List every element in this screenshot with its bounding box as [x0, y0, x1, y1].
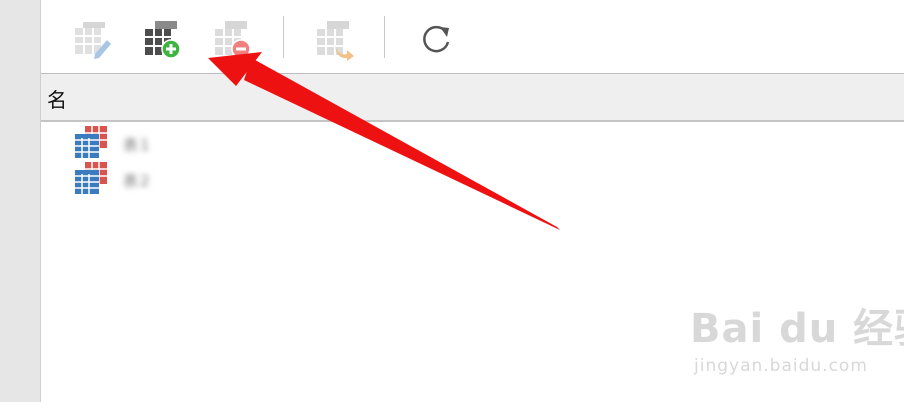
list-item[interactable]: 表2	[75, 160, 335, 196]
edit-table-button[interactable]	[71, 18, 115, 62]
list-item[interactable]: 表1	[75, 124, 335, 160]
new-table-button[interactable]	[141, 18, 185, 62]
table-name: 表2	[123, 172, 152, 190]
refresh-button[interactable]	[413, 18, 457, 62]
toolbar	[41, 0, 904, 74]
toolbar-separator	[384, 16, 385, 58]
delete-table-button[interactable]	[211, 18, 255, 62]
column-header-label: 名	[47, 88, 67, 112]
table-transfer-icon	[317, 21, 354, 61]
refresh-icon	[423, 25, 450, 53]
toolbar-separator	[283, 16, 284, 58]
transfer-table-button[interactable]	[313, 18, 357, 62]
watermark-url: jingyan.baidu.com	[694, 356, 868, 376]
table-icon	[75, 162, 107, 194]
watermark-brand: Bai du 经验	[690, 306, 904, 352]
watermark: Bai du 经验 jingyan.baidu.com	[690, 296, 904, 386]
table-name: 表1	[123, 136, 152, 154]
table-icon	[75, 126, 107, 158]
table-edit-icon	[75, 22, 111, 59]
table-add-icon	[145, 21, 181, 59]
left-panel	[0, 0, 41, 402]
table-delete-icon	[215, 21, 251, 59]
column-header[interactable]: 名	[41, 74, 904, 122]
